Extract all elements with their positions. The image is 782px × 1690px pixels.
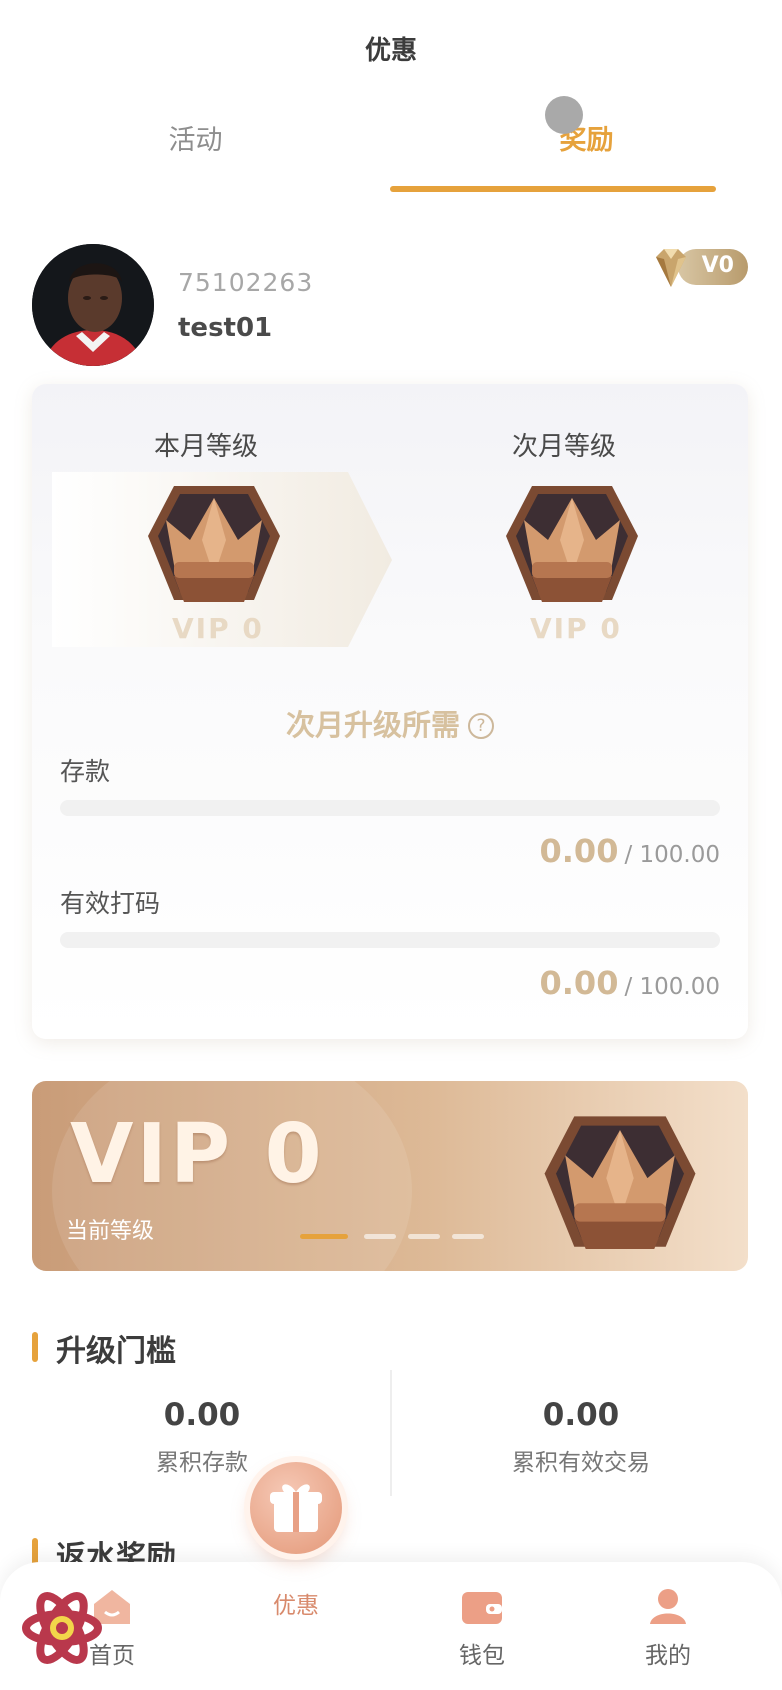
tab-mine[interactable]: 我的 [618,1586,718,1670]
touch-indicator [545,96,583,134]
diamond-icon [656,249,686,287]
vip-badge-label: V0 [701,253,734,278]
current-vip-level: VIP 0 [172,612,264,645]
vip-level-badge[interactable]: V0 [648,245,748,287]
vip-level-title: VIP 0 [70,1107,325,1202]
valid-bet-label: 有效打码 [60,889,161,918]
bottom-tab-bar: 首页 优惠 钱包 我的 [0,1462,782,1690]
tab-wallet-label: 钱包 [459,1643,505,1669]
tab-wallet[interactable]: 钱包 [432,1586,532,1670]
current-level-caption: 当前等级 [66,1219,155,1244]
username: test01 [178,313,273,343]
tab-rewards[interactable]: 奖励 [391,118,782,157]
tab-activities[interactable]: 活动 [0,118,391,157]
upgrade-threshold-title: 升级门槛 [32,1326,176,1370]
user-id: 75102263 [178,268,314,297]
tab-bar: 活动 奖励 [0,118,782,198]
wallet-icon [462,1592,502,1624]
next-vip-level: VIP 0 [530,612,622,645]
deposit-progress-bar [60,800,720,816]
next-month-level-label: 次月等级 [512,432,617,462]
level-card: 本月等级 次月等级 VIP 0 VIP 0 次月升级所需 ? 存款 0.00 /… [32,384,748,1039]
upgrade-requirements-title: 次月升级所需? [32,702,748,744]
deposit-label: 存款 [60,757,111,786]
question-circle-icon[interactable]: ? [468,713,494,739]
upgrade-threshold-stats: 0.00 累积存款 0.00 累积有效交易 [0,1370,782,1496]
cumulative-deposit-value: 0.00 [163,1397,241,1433]
valid-bet-progress-value: 0.00/ 100.00 [540,964,721,1002]
floating-app-logo[interactable] [20,1586,104,1670]
valid-bet-progress-bar [60,932,720,948]
carousel-dot[interactable] [452,1234,484,1239]
cumulative-valid-trade-value: 0.00 [542,1397,620,1433]
carousel-dot[interactable] [300,1234,348,1239]
crown-icon [540,1105,700,1265]
user-icon [650,1589,686,1624]
active-tab-indicator [390,186,716,192]
page-title: 优惠 [364,36,417,66]
valid-bet-current: 0.00 [539,964,619,1002]
carousel-dot[interactable] [364,1234,396,1239]
crown-icon [502,476,642,616]
tab-mine-label: 我的 [645,1643,691,1669]
carousel-dot[interactable] [408,1234,440,1239]
vip-level-carousel[interactable]: VIP 0 当前等级 [32,1081,748,1271]
deposit-target: / 100.00 [624,842,720,868]
cumulative-deposit-stat: 0.00 累积存款 [12,1370,392,1477]
crown-icon [144,476,284,616]
tab-promotions-label: 优惠 [273,1593,319,1619]
avatar[interactable] [32,244,154,366]
valid-bet-target: / 100.00 [624,974,720,1000]
upgrade-requirements-label: 次月升级所需 [285,708,460,742]
current-month-level-label: 本月等级 [154,432,259,462]
tab-promotions[interactable]: 优惠 [246,1462,346,1620]
deposit-progress-value: 0.00/ 100.00 [540,832,721,870]
gift-icon [250,1462,342,1554]
cumulative-valid-trade-stat: 0.00 累积有效交易 [391,1370,771,1477]
deposit-current: 0.00 [539,832,619,870]
cumulative-valid-trade-label: 累积有效交易 [512,1450,650,1476]
